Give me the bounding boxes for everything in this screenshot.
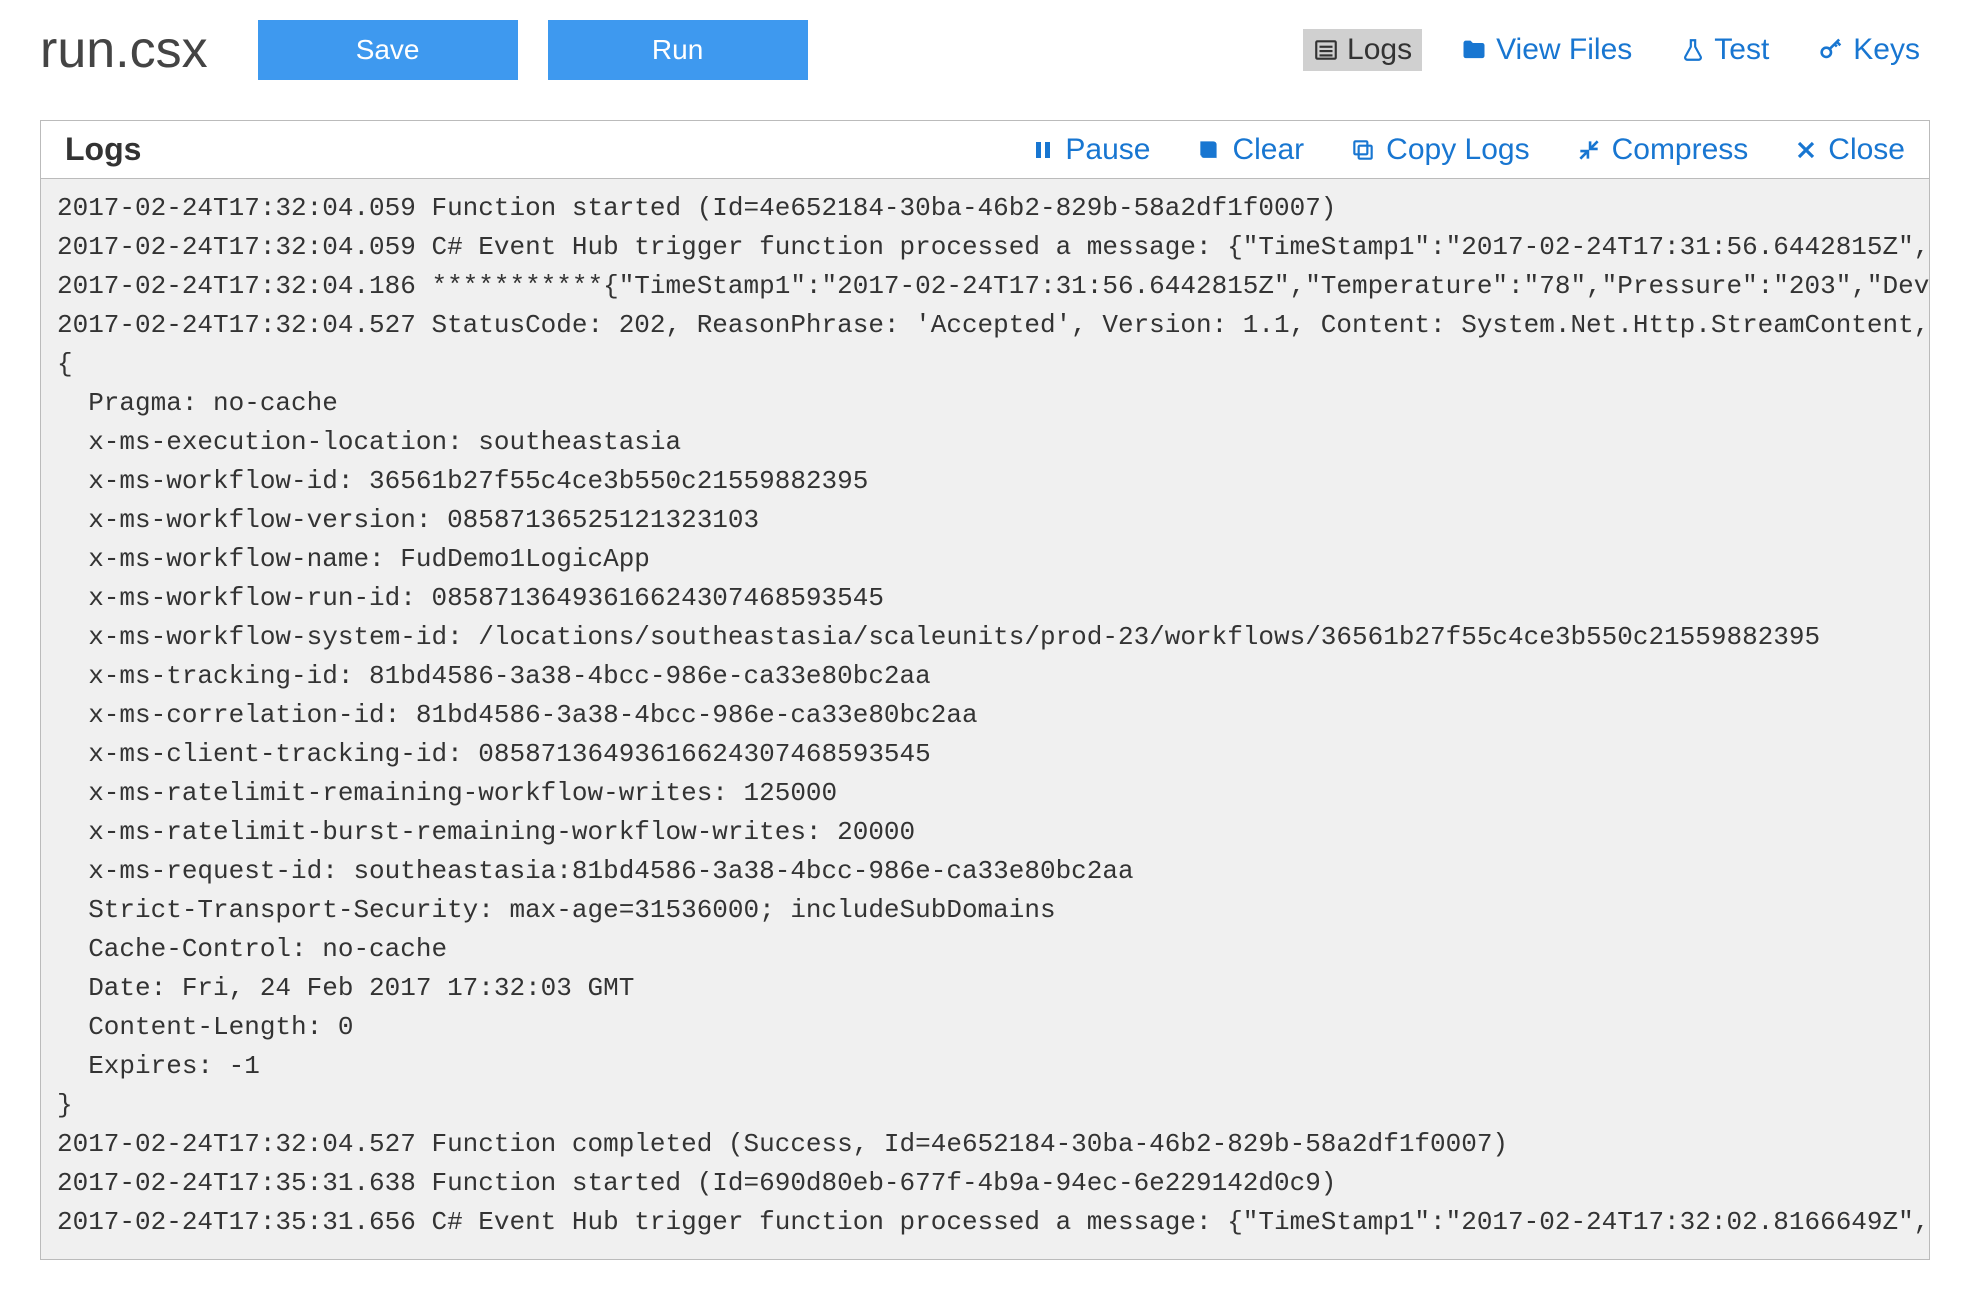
- log-line: 2017-02-24T17:32:04.059 Function started…: [57, 189, 1913, 228]
- compress-icon: [1576, 137, 1602, 163]
- log-output[interactable]: 2017-02-24T17:32:04.059 Function started…: [41, 179, 1929, 1259]
- log-line: x-ms-correlation-id: 81bd4586-3a38-4bcc-…: [57, 696, 1913, 735]
- logs-panel: Logs Pause Clear Copy Logs Compress Clos…: [40, 120, 1930, 1260]
- logs-toggle[interactable]: Logs: [1303, 29, 1422, 71]
- log-line: x-ms-tracking-id: 81bd4586-3a38-4bcc-986…: [57, 657, 1913, 696]
- logs-toggle-label: Logs: [1347, 33, 1412, 67]
- test-link[interactable]: Test: [1670, 29, 1779, 71]
- test-label: Test: [1714, 33, 1769, 67]
- log-line: x-ms-client-tracking-id: 085871364936166…: [57, 735, 1913, 774]
- log-line: x-ms-workflow-version: 08587136525121323…: [57, 501, 1913, 540]
- editor-toolbar: run.csx Save Run Logs View Files Test Ke…: [0, 0, 1970, 100]
- logs-actions: Pause Clear Copy Logs Compress Close: [1031, 133, 1905, 167]
- pause-label: Pause: [1065, 133, 1150, 167]
- flask-icon: [1680, 37, 1706, 63]
- run-button[interactable]: Run: [548, 20, 808, 80]
- view-files-link[interactable]: View Files: [1450, 29, 1642, 71]
- log-line: 2017-02-24T17:35:31.638 Function started…: [57, 1164, 1913, 1203]
- view-files-label: View Files: [1496, 33, 1632, 67]
- close-button[interactable]: Close: [1794, 133, 1905, 167]
- book-icon: [1196, 137, 1222, 163]
- copy-logs-label: Copy Logs: [1386, 133, 1529, 167]
- log-line: x-ms-workflow-run-id: 085871364936166243…: [57, 579, 1913, 618]
- copy-logs-button[interactable]: Copy Logs: [1350, 133, 1529, 167]
- log-line: Strict-Transport-Security: max-age=31536…: [57, 891, 1913, 930]
- log-line: 2017-02-24T17:32:04.059 C# Event Hub tri…: [57, 228, 1913, 267]
- keys-link[interactable]: Keys: [1807, 29, 1930, 71]
- keys-label: Keys: [1853, 33, 1920, 67]
- log-line: {: [57, 345, 1913, 384]
- log-line: }: [57, 1086, 1913, 1125]
- log-line: Cache-Control: no-cache: [57, 930, 1913, 969]
- log-line: x-ms-ratelimit-burst-remaining-workflow-…: [57, 813, 1913, 852]
- clear-label: Clear: [1232, 133, 1304, 167]
- log-line: Expires: -1: [57, 1047, 1913, 1086]
- close-label: Close: [1828, 133, 1905, 167]
- log-line: Pragma: no-cache: [57, 384, 1913, 423]
- save-button[interactable]: Save: [258, 20, 518, 80]
- toolbar-right: Logs View Files Test Keys: [1303, 29, 1930, 71]
- filename-label: run.csx: [40, 20, 208, 80]
- close-icon: [1794, 138, 1818, 162]
- pause-button[interactable]: Pause: [1031, 133, 1150, 167]
- copy-icon: [1350, 137, 1376, 163]
- log-line: x-ms-workflow-id: 36561b27f55c4ce3b550c2…: [57, 462, 1913, 501]
- folder-icon: [1460, 36, 1488, 64]
- log-line: x-ms-workflow-name: FudDemo1LogicApp: [57, 540, 1913, 579]
- list-icon: [1313, 37, 1339, 63]
- log-line: x-ms-ratelimit-remaining-workflow-writes…: [57, 774, 1913, 813]
- pause-icon: [1031, 138, 1055, 162]
- log-line: Content-Length: 0: [57, 1008, 1913, 1047]
- log-line: Date: Fri, 24 Feb 2017 17:32:03 GMT: [57, 969, 1913, 1008]
- logs-panel-title: Logs: [65, 131, 141, 168]
- key-icon: [1817, 36, 1845, 64]
- log-output-container: 2017-02-24T17:32:04.059 Function started…: [41, 179, 1929, 1259]
- clear-button[interactable]: Clear: [1196, 133, 1304, 167]
- log-line: x-ms-request-id: southeastasia:81bd4586-…: [57, 852, 1913, 891]
- compress-button[interactable]: Compress: [1576, 133, 1749, 167]
- log-line: x-ms-workflow-system-id: /locations/sout…: [57, 618, 1913, 657]
- compress-label: Compress: [1612, 133, 1749, 167]
- log-line: 2017-02-24T17:32:04.527 Function complet…: [57, 1125, 1913, 1164]
- log-line: 2017-02-24T17:35:31.656 C# Event Hub tri…: [57, 1203, 1913, 1242]
- log-line: 2017-02-24T17:32:04.186 ***********{"Tim…: [57, 267, 1913, 306]
- log-line: x-ms-execution-location: southeastasia: [57, 423, 1913, 462]
- logs-panel-header: Logs Pause Clear Copy Logs Compress Clos…: [41, 121, 1929, 179]
- log-line: 2017-02-24T17:32:04.527 StatusCode: 202,…: [57, 306, 1913, 345]
